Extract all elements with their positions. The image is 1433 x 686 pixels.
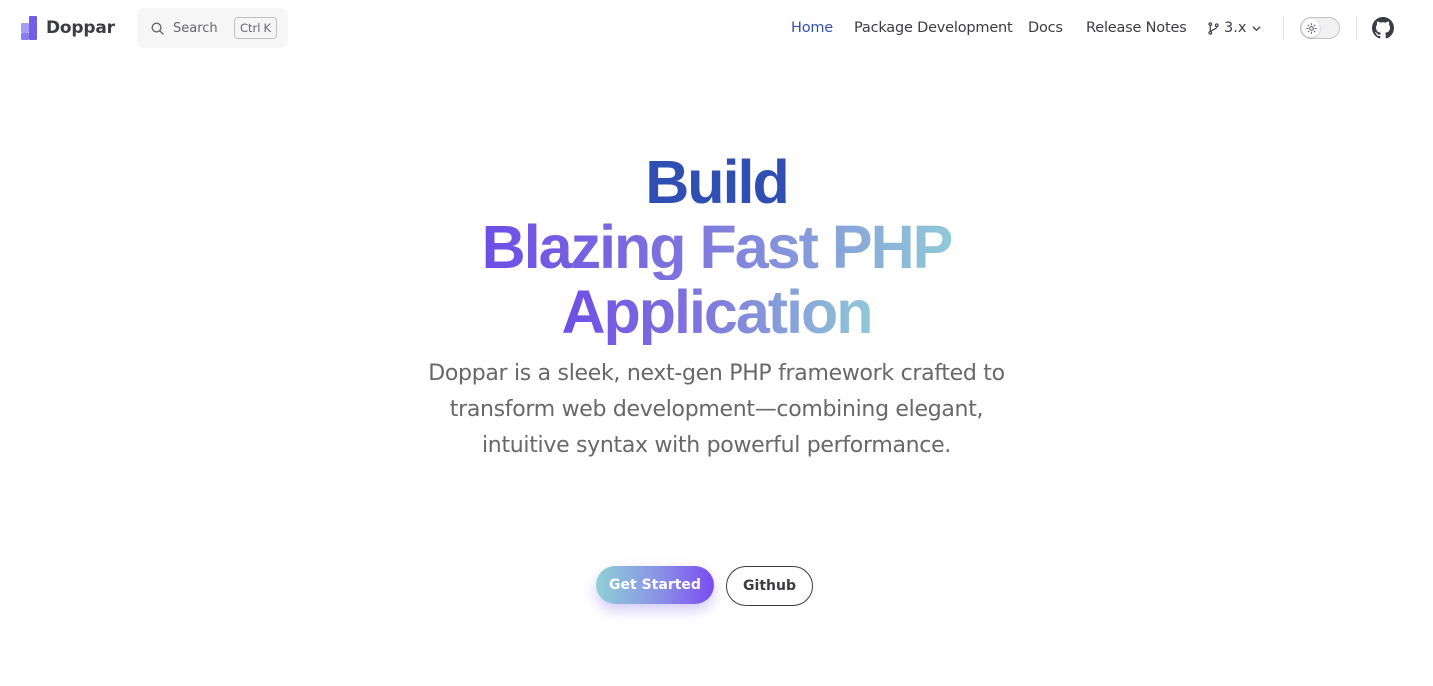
github-button[interactable]: Github [726,566,813,606]
github-icon [1372,17,1394,39]
navbar: Doppar Search Ctrl K Home Package Develo… [0,0,1433,56]
nav-package-development[interactable]: Package Development [854,14,1013,42]
nav-docs[interactable]: Docs [1028,14,1063,42]
toggle-knob [1302,19,1320,37]
hero-title-line-2: Blazing Fast PHP [481,213,954,281]
github-link[interactable] [1372,17,1394,39]
nav-divider [1283,16,1284,40]
hero-title-line-3: Application [561,278,873,346]
version-label: 3.x [1224,20,1247,36]
version-dropdown[interactable]: 3.x [1207,14,1262,42]
chevron-down-icon [1253,25,1261,31]
git-branch-icon [1208,21,1219,35]
nav-divider [1356,16,1357,40]
nav-home[interactable]: Home [791,14,833,42]
hero: Build Blazing Fast PHP Application Doppa… [0,150,1433,464]
nav-release-notes[interactable]: Release Notes [1086,14,1187,42]
hero-actions: Get Started Github [0,566,1433,606]
get-started-button[interactable]: Get Started [596,566,714,604]
hero-tagline: Doppar is a sleek, next-gen PHP framewor… [428,361,1005,458]
theme-toggle[interactable] [1300,17,1340,39]
hero-title: Build Blazing Fast PHP Application [0,150,1433,345]
hero-title-line-1: Build [645,148,789,216]
sun-icon [1305,22,1317,34]
